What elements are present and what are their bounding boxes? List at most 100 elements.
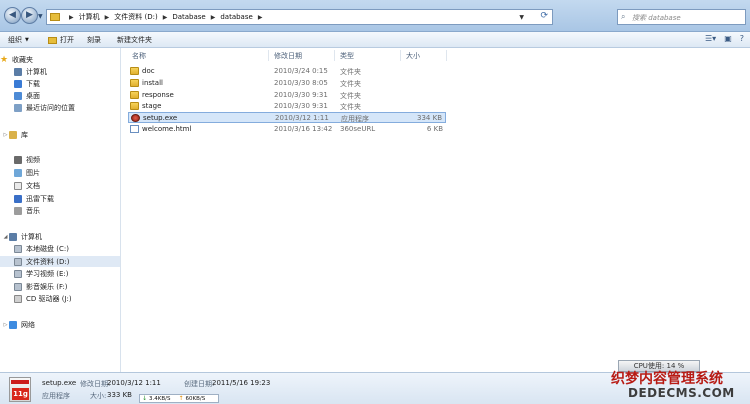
file-size: 6 KB	[426, 125, 443, 133]
folder-icon	[130, 67, 139, 75]
column-divider[interactable]	[334, 50, 335, 61]
file-row-install[interactable]: install 2010/3/30 8:05 文件夹	[128, 78, 446, 89]
desktop-icon	[14, 91, 22, 100]
chevron-right-icon: ▶	[69, 13, 74, 21]
chevron-right-icon[interactable]: ▶	[163, 14, 168, 21]
sidebar-item-documents[interactable]: 文档	[0, 180, 120, 191]
chevron-right-icon[interactable]: ▶	[211, 14, 216, 21]
network-icon	[9, 320, 17, 329]
column-divider[interactable]	[400, 50, 401, 61]
sidebar-libraries-header[interactable]: ▷ 库	[0, 129, 120, 140]
sidebar-item-recent[interactable]: 最近访问的位置	[0, 102, 120, 113]
sidebar-item-desktop[interactable]: 桌面	[0, 90, 120, 101]
file-type: 文件夹	[340, 103, 361, 111]
sidebar-item-drive-f[interactable]: 影音娱乐 (F:)	[0, 281, 120, 292]
burn-label: 刻录	[87, 36, 101, 44]
file-type: 文件夹	[340, 92, 361, 100]
breadcrumb: ▶ 计算机 ▶ 文件资料 (D:) ▶ Database ▶ database …	[64, 12, 267, 22]
network-label: 网络	[21, 320, 35, 329]
details-created-value: 2011/5/16 19:23	[212, 379, 271, 387]
breadcrumb-database-parent[interactable]: Database	[172, 13, 205, 21]
sidebar-item-videos[interactable]: 视频	[0, 154, 120, 165]
star-icon: ★	[0, 54, 9, 65]
open-button[interactable]: 打开	[48, 35, 74, 45]
file-name: stage	[142, 102, 162, 110]
setup-exe-icon	[131, 114, 140, 122]
file-name: install	[142, 79, 163, 87]
upload-speed: 60KB/S	[185, 395, 206, 402]
chevron-right-icon[interactable]: ▶	[258, 14, 263, 21]
sidebar-item-drive-c[interactable]: 本地磁盘 (C:)	[0, 243, 120, 254]
file-row-welcome-html[interactable]: welcome.html 2010/3/16 13:42 360seURL 6 …	[128, 124, 446, 135]
folder-icon	[130, 91, 139, 99]
search-input[interactable]: ⌕ 搜索 database	[617, 9, 746, 25]
preview-pane-icon[interactable]: ▣	[724, 34, 732, 43]
address-field[interactable]: ▶ 计算机 ▶ 文件资料 (D:) ▶ Database ▶ database …	[46, 9, 553, 25]
file-date: 2010/3/30 9:31	[274, 102, 328, 110]
sidebar-favorites-header[interactable]: ★ 收藏夹	[0, 54, 120, 65]
thunder-download-icon	[14, 194, 22, 203]
sidebar-item-pictures[interactable]: 图片	[0, 167, 120, 178]
column-header-date[interactable]: 修改日期	[274, 51, 302, 61]
sidebar-computer-header[interactable]: ◢ 计算机	[0, 231, 120, 242]
back-button[interactable]: ◀	[4, 7, 21, 24]
chevron-down-icon[interactable]: ◢	[2, 234, 9, 240]
chevron-right-icon[interactable]: ▶	[105, 14, 110, 21]
file-row-doc[interactable]: doc 2010/3/24 0:15 文件夹	[128, 66, 446, 77]
sidebar-item-label: 影音娱乐 (F:)	[26, 282, 68, 291]
details-size-label: 大小:	[90, 392, 107, 400]
forward-button[interactable]: ▶	[21, 7, 38, 24]
sidebar-item-thunder[interactable]: 迅雷下载	[0, 193, 120, 204]
burn-button[interactable]: 刻录	[87, 35, 101, 45]
breadcrumb-drive-d[interactable]: 文件资料 (D:)	[114, 12, 157, 22]
sidebar-item-drive-d[interactable]: 文件资料 (D:)	[0, 256, 120, 267]
details-size-value: 333 KB	[107, 391, 132, 399]
file-date: 2010/3/24 0:15	[274, 67, 328, 75]
sidebar-item-label: CD 驱动器 (J:)	[26, 294, 72, 303]
recent-pages-dropdown[interactable]: ▼	[38, 13, 43, 20]
details-modified-value: 2010/3/12 1:11	[107, 379, 161, 387]
details-filename: setup.exe	[42, 379, 77, 387]
column-header-size[interactable]: 大小	[406, 51, 420, 61]
sidebar-item-downloads[interactable]: 下载	[0, 78, 120, 89]
sidebar-network-header[interactable]: ▷ 网络	[0, 319, 120, 330]
sidebar-item-drive-j[interactable]: CD 驱动器 (J:)	[0, 293, 120, 304]
details-modified-label: 修改日期:	[80, 380, 111, 388]
document-icon	[14, 181, 22, 190]
organize-button[interactable]: 组织 ▼	[8, 35, 29, 45]
address-history-dropdown[interactable]: ▼	[519, 14, 524, 21]
html-file-icon	[130, 125, 139, 133]
sidebar-item-label: 文档	[26, 181, 40, 190]
sidebar-item-drive-e[interactable]: 学习视频 (E:)	[0, 268, 120, 279]
sidebar-item-label: 文件资料 (D:)	[26, 257, 70, 266]
folder-icon	[50, 13, 60, 21]
file-date: 2010/3/30 8:05	[274, 79, 328, 87]
file-type: 文件夹	[340, 68, 361, 76]
column-header-type[interactable]: 类型	[340, 51, 354, 61]
column-divider[interactable]	[268, 50, 269, 61]
file-date: 2010/3/16 13:42	[274, 125, 333, 133]
file-row-response[interactable]: response 2010/3/30 9:31 文件夹	[128, 90, 446, 101]
change-view-icon[interactable]: ☰▾	[705, 34, 716, 43]
file-row-stage[interactable]: stage 2010/3/30 9:31 文件夹	[128, 101, 446, 112]
column-header-name[interactable]: 名称	[132, 51, 146, 61]
help-icon[interactable]: ?	[740, 34, 744, 43]
chevron-right-icon[interactable]: ▷	[2, 322, 9, 328]
file-name: response	[142, 91, 174, 99]
file-type: 应用程序	[341, 115, 369, 123]
chevron-right-icon[interactable]: ▷	[2, 132, 9, 138]
new-folder-button[interactable]: 新建文件夹	[117, 35, 152, 45]
breadcrumb-database[interactable]: database	[220, 13, 252, 21]
sidebar-item-computer-fav[interactable]: 计算机	[0, 66, 120, 77]
drive-icon	[14, 244, 22, 253]
file-row-setup-exe[interactable]: setup.exe 2010/3/12 1:11 应用程序 334 KB	[128, 112, 446, 123]
folder-icon	[130, 102, 139, 110]
drive-icon	[14, 257, 22, 266]
breadcrumb-computer[interactable]: 计算机	[79, 12, 100, 22]
sidebar-item-music[interactable]: 音乐	[0, 205, 120, 216]
refresh-icon[interactable]: ⟳	[540, 11, 548, 21]
search-icon: ⌕	[621, 12, 626, 21]
column-divider[interactable]	[446, 50, 447, 61]
sidebar-item-label: 图片	[26, 168, 40, 177]
file-date: 2010/3/12 1:11	[275, 114, 329, 122]
